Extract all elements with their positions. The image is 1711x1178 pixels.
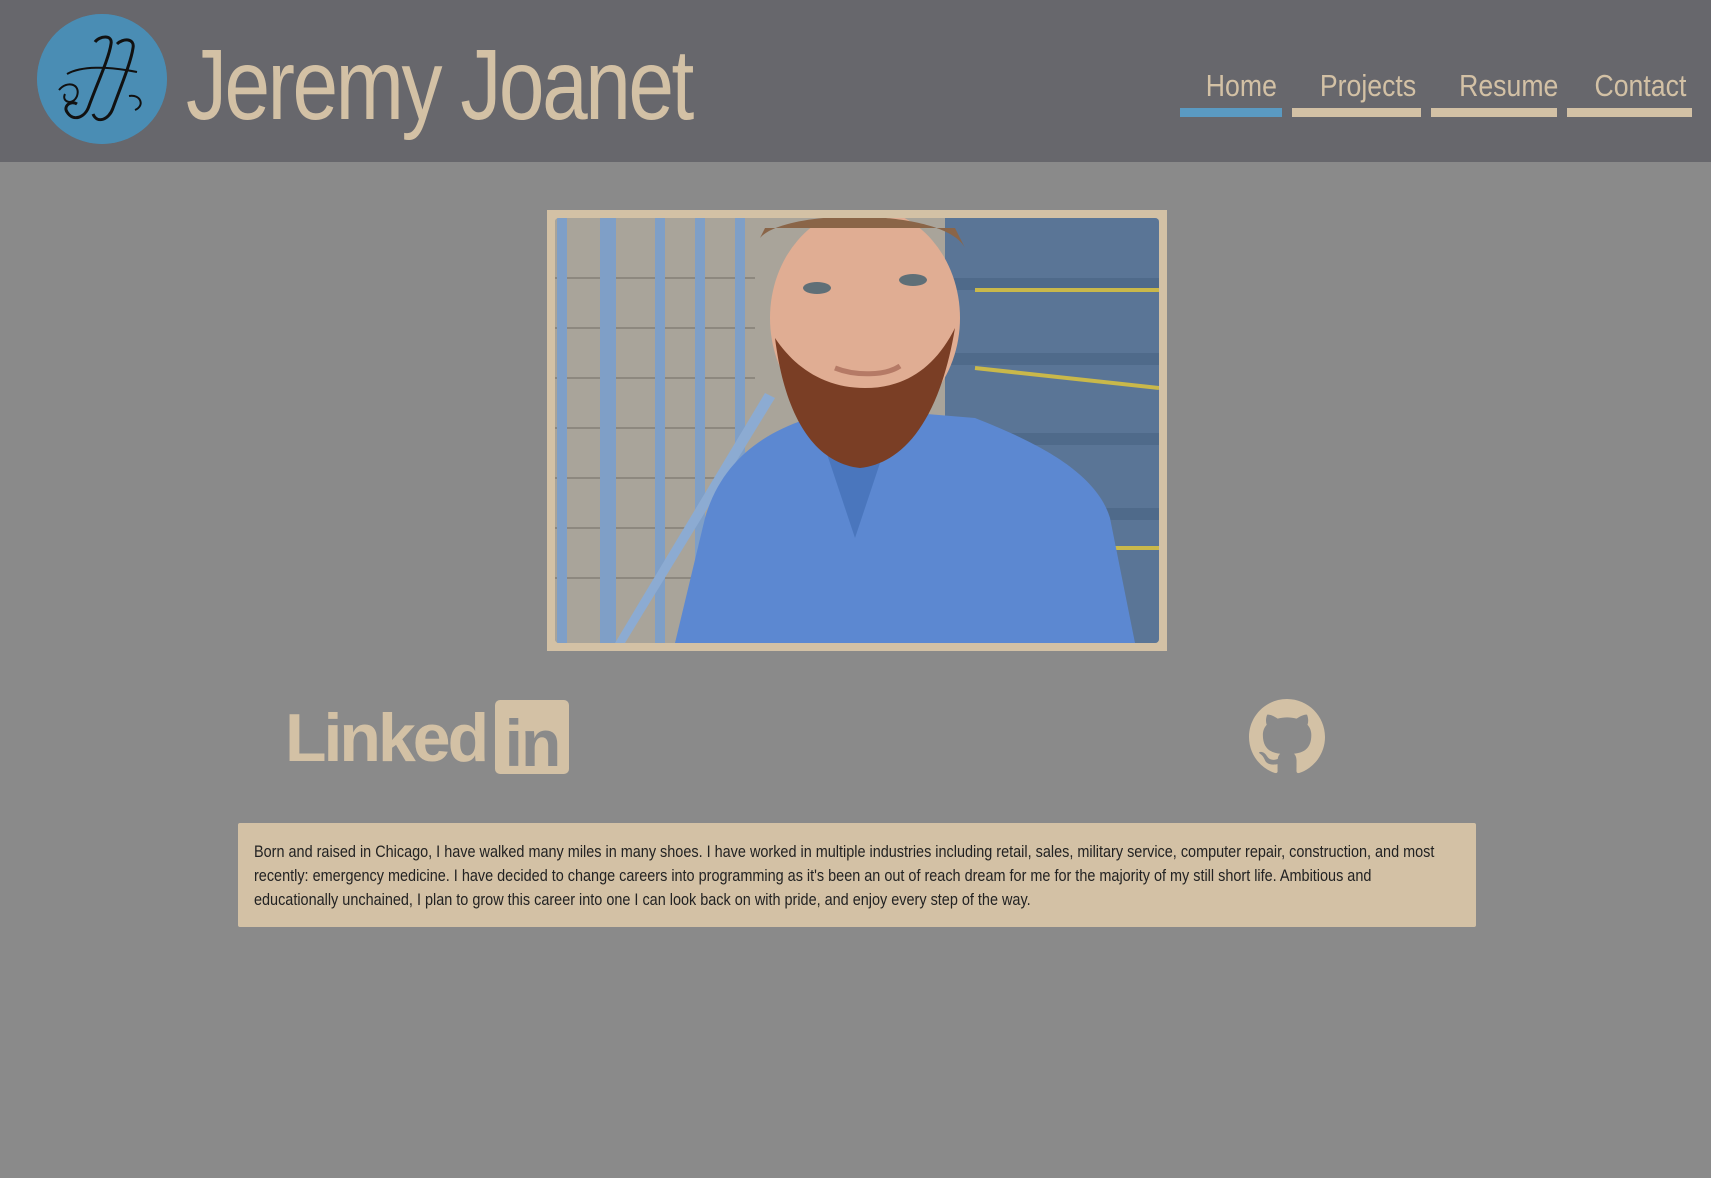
bio-card: Born and raised in Chicago, I have walke… [238,823,1476,927]
profile-photo [555,218,1159,643]
logo-monogram-icon [37,14,167,144]
linkedin-link[interactable]: Linked in [285,700,569,780]
main-nav: Home Projects Resume Contact [1180,60,1692,117]
nav-resume-label: Resume [1459,68,1559,103]
nav-contact-label: Contact [1594,68,1687,103]
nav-resume[interactable]: Resume [1431,60,1559,117]
bio-text: Born and raised in Chicago, I have walke… [254,843,1435,909]
profile-photo-frame [547,210,1167,651]
site-header: Jeremy Joanet Home Projects Resume Conta… [0,0,1711,162]
nav-contact[interactable]: Contact [1567,60,1692,117]
nav-projects-label: Projects [1319,68,1417,103]
site-title: Jeremy Joanet [186,29,694,141]
linkedin-wordmark: Linked [285,700,489,776]
linkedin-icon: in [495,700,569,780]
github-link[interactable] [1249,699,1325,775]
github-icon [1249,699,1325,774]
nav-home[interactable]: Home [1180,60,1282,117]
nav-projects[interactable]: Projects [1292,60,1421,117]
nav-home-label: Home [1205,68,1277,103]
jj-monogram-logo[interactable] [37,14,167,144]
